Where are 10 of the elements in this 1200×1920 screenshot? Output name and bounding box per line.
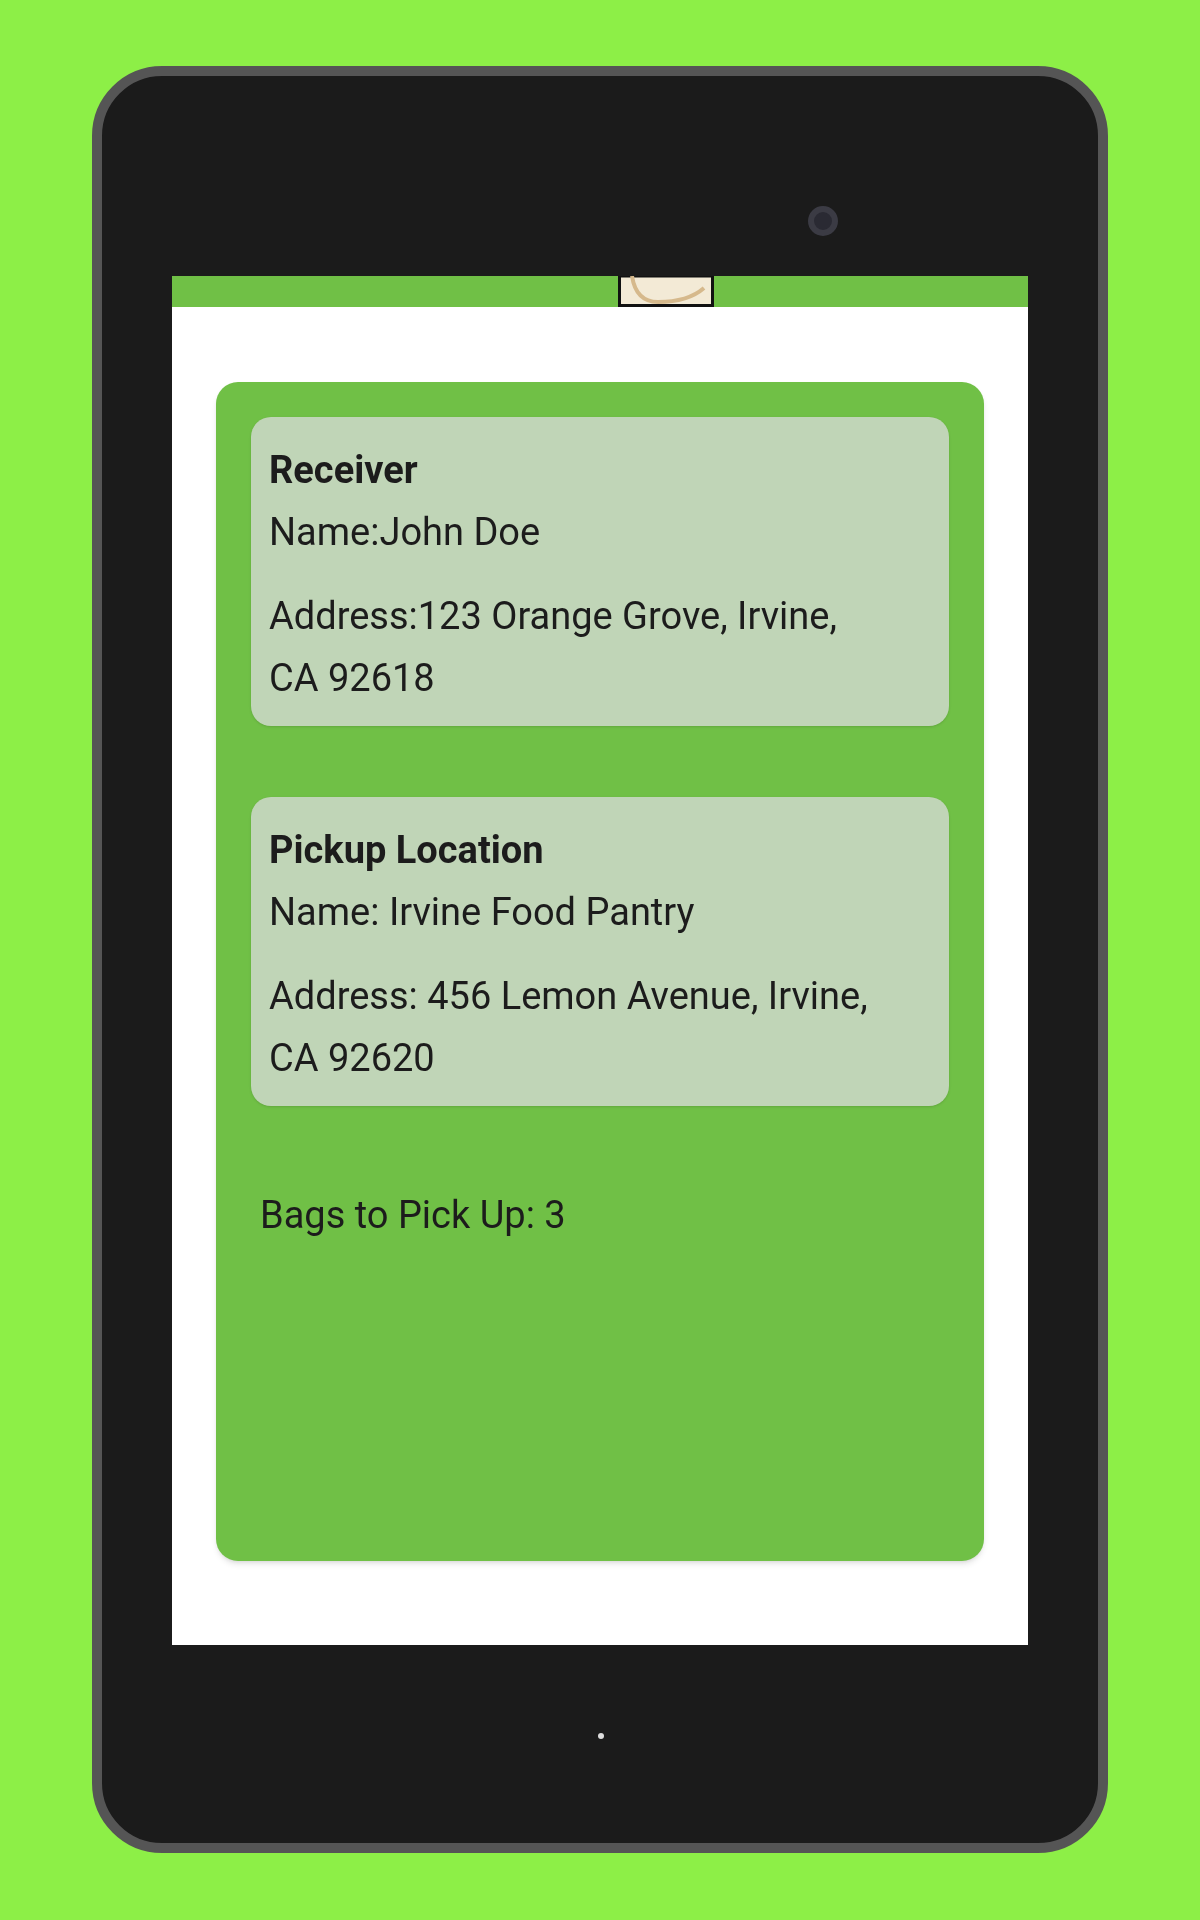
pickup-address: Address: 456 Lemon Avenue, Irvine, CA 92620 bbox=[269, 973, 869, 1082]
receiver-address: Address:123 Orange Grove, Irvine, CA 92618 bbox=[269, 593, 838, 702]
pickup-name: Name: Irvine Food Pantry bbox=[269, 889, 696, 936]
bags-count: Bags to Pick Up: 3 bbox=[260, 1192, 567, 1239]
receiver-name: Name:John Doe bbox=[269, 509, 542, 556]
logo-icon bbox=[618, 276, 714, 307]
section-title: Receiver bbox=[269, 447, 419, 494]
camera-icon bbox=[808, 206, 838, 236]
section-title: Pickup Location bbox=[269, 827, 545, 874]
home-indicator-icon bbox=[598, 1733, 604, 1739]
